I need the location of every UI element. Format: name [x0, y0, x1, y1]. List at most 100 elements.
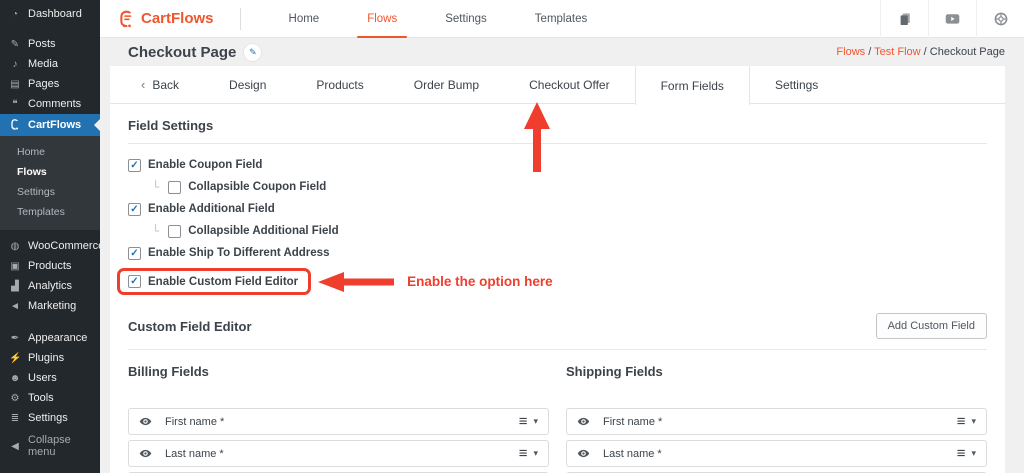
sidebar-item-label: WooCommerce	[28, 240, 104, 252]
checkbox-collapsible-coupon-field[interactable]	[168, 181, 181, 194]
marketing-icon: ◄	[9, 301, 21, 312]
header-nav-home[interactable]: Home	[265, 0, 344, 38]
sidebar-item-label: Products	[28, 260, 71, 272]
sidebar-item-media[interactable]: ♪ Media	[0, 54, 100, 74]
sidebar-item-settings[interactable]: ≣ Settings	[0, 408, 100, 428]
page-title-row: Checkout Page ✎ Flows / Test Flow / Chec…	[100, 38, 1024, 66]
help-icon[interactable]	[976, 0, 1024, 38]
cartflows-logo[interactable]: CartFlows	[100, 9, 214, 28]
video-icon[interactable]	[928, 0, 976, 38]
header-nav-settings[interactable]: Settings	[421, 0, 511, 38]
submenu-item-home[interactable]: Home	[0, 142, 100, 162]
sidebar-item-tools[interactable]: ⚙ Tools	[0, 388, 100, 408]
sidebar-item-appearance[interactable]: ✒ Appearance	[0, 328, 100, 348]
checkbox-label: Collapsible Additional Field	[188, 225, 338, 237]
submenu-item-settings[interactable]: Settings	[0, 182, 100, 202]
field-label: First name *	[603, 416, 662, 428]
analytics-icon: ▟	[9, 281, 21, 292]
brand-name: CartFlows	[141, 10, 214, 27]
breadcrumb-current: Checkout Page	[930, 46, 1005, 58]
tab-settings[interactable]: Settings	[750, 66, 843, 103]
option-row: ✓Enable Coupon Field	[128, 158, 987, 172]
eye-icon[interactable]	[139, 447, 152, 460]
sidebar-item-users[interactable]: ☻ Users	[0, 368, 100, 388]
sidebar-item-collapse-menu[interactable]: ◀ Collapse menu	[0, 436, 100, 456]
add-custom-field-button[interactable]: Add Custom Field	[876, 313, 987, 339]
section-divider	[128, 349, 987, 350]
cartflows-logo-icon	[117, 9, 136, 28]
products-icon: ▣	[9, 261, 21, 272]
breadcrumb-link-flows[interactable]: Flows	[836, 46, 865, 58]
breadcrumb-link-test-flow[interactable]: Test Flow	[874, 46, 920, 58]
chevron-down-icon[interactable]: ▾	[971, 416, 976, 427]
drag-menu-icon[interactable]: ≡	[519, 414, 528, 429]
tools-icon: ⚙	[9, 393, 21, 404]
docs-icon[interactable]	[880, 0, 928, 38]
drag-menu-icon[interactable]: ≡	[957, 414, 966, 429]
field-row-last-name[interactable]: Last name * ≡ ▾	[566, 440, 987, 467]
eye-icon[interactable]	[577, 447, 590, 460]
sidebar-item-analytics[interactable]: ▟ Analytics	[0, 276, 100, 296]
sidebar-top-group: ◔ Dashboard ✎ Posts ♪ Media ▤ Pages ❝ Co…	[0, 4, 100, 114]
checkbox-label: Enable Ship To Different Address	[148, 247, 329, 259]
tab-back[interactable]: ‹ Back	[116, 66, 204, 103]
field-settings-options: ✓Enable Coupon Field└Collapsible Coupon …	[128, 158, 987, 295]
sidebar-item-label: Tools	[28, 392, 54, 404]
sidebar-item-woocommerce[interactable]: ◍ WooCommerce	[0, 236, 100, 256]
checkout-settings-card: ‹ Back DesignProductsOrder BumpCheckout …	[110, 66, 1005, 473]
sidebar-item-plugins[interactable]: ⚡ Plugins	[0, 348, 100, 368]
field-label: Last name *	[603, 448, 662, 460]
checkbox-enable-ship-to-different-address[interactable]: ✓	[128, 247, 141, 260]
eye-icon[interactable]	[139, 415, 152, 428]
media-icon: ♪	[9, 59, 21, 70]
chevron-left-icon: ‹	[141, 77, 145, 92]
row-actions: ≡ ▾	[957, 446, 976, 461]
eye-icon[interactable]	[577, 415, 590, 428]
checkbox-enable-coupon-field[interactable]: ✓	[128, 159, 141, 172]
field-row-first-name[interactable]: First name * ≡ ▾	[566, 408, 987, 435]
field-settings-heading: Field Settings	[128, 118, 987, 133]
submenu-item-flows[interactable]: Flows	[0, 162, 100, 182]
sidebar-item-label: Users	[28, 372, 57, 384]
breadcrumb: Flows / Test Flow / Checkout Page	[836, 46, 1005, 58]
checkbox-enable-additional-field[interactable]: ✓	[128, 203, 141, 216]
header-nav-flows[interactable]: Flows	[343, 0, 421, 38]
tab-form-fields[interactable]: Form Fields	[635, 66, 750, 105]
sidebar-item-marketing[interactable]: ◄ Marketing	[0, 296, 100, 316]
sidebar-item-posts[interactable]: ✎ Posts	[0, 34, 100, 54]
tab-checkout-offer[interactable]: Checkout Offer	[504, 66, 634, 103]
field-row-last-name[interactable]: Last name * ≡ ▾	[128, 440, 549, 467]
chevron-down-icon[interactable]: ▾	[533, 448, 538, 459]
dashboard-icon: ◔	[9, 9, 21, 20]
sidebar-item-label: Pages	[28, 78, 59, 90]
sidebar-item-label: Dashboard	[28, 8, 82, 20]
option-row: └ Collapsible Additional Field	[152, 224, 987, 238]
field-label: First name *	[165, 416, 224, 428]
column-billing-fields: Billing Fields First name * ≡ ▾ Last nam…	[128, 364, 549, 473]
sidebar-item-comments[interactable]: ❝ Comments	[0, 94, 100, 114]
tab-order-bump[interactable]: Order Bump	[389, 66, 504, 103]
drag-menu-icon[interactable]: ≡	[957, 446, 966, 461]
checkbox-collapsible-additional-field[interactable]	[168, 225, 181, 238]
appearance-icon: ✒	[9, 333, 21, 344]
sidebar-item-pages[interactable]: ▤ Pages	[0, 74, 100, 94]
field-row-first-name[interactable]: First name * ≡ ▾	[128, 408, 549, 435]
drag-menu-icon[interactable]: ≡	[519, 446, 528, 461]
chevron-down-icon[interactable]: ▾	[533, 416, 538, 427]
option-row: ✓Enable Custom Field Editor Enable the o…	[128, 268, 987, 295]
sidebar-item-label: Settings	[28, 412, 68, 424]
checkbox-enable-custom-field-editor[interactable]: ✓	[128, 275, 141, 288]
submenu-item-templates[interactable]: Templates	[0, 202, 100, 222]
tree-connector: └	[152, 224, 159, 238]
header-nav-templates[interactable]: Templates	[511, 0, 611, 38]
sidebar-item-dashboard[interactable]: ◔ Dashboard	[0, 4, 100, 24]
sidebar-item-cartflows[interactable]: CartFlows	[0, 114, 100, 136]
tab-design[interactable]: Design	[204, 66, 291, 103]
chevron-down-icon[interactable]: ▾	[971, 448, 976, 459]
header-divider	[240, 8, 241, 30]
sidebar-item-products[interactable]: ▣ Products	[0, 256, 100, 276]
sidebar-mid-group: ◍ WooCommerce ▣ Products ▟ Analytics ◄ M…	[0, 236, 100, 316]
tab-products[interactable]: Products	[291, 66, 388, 103]
edit-title-pencil-icon[interactable]: ✎	[244, 44, 261, 61]
row-actions: ≡ ▾	[519, 414, 538, 429]
